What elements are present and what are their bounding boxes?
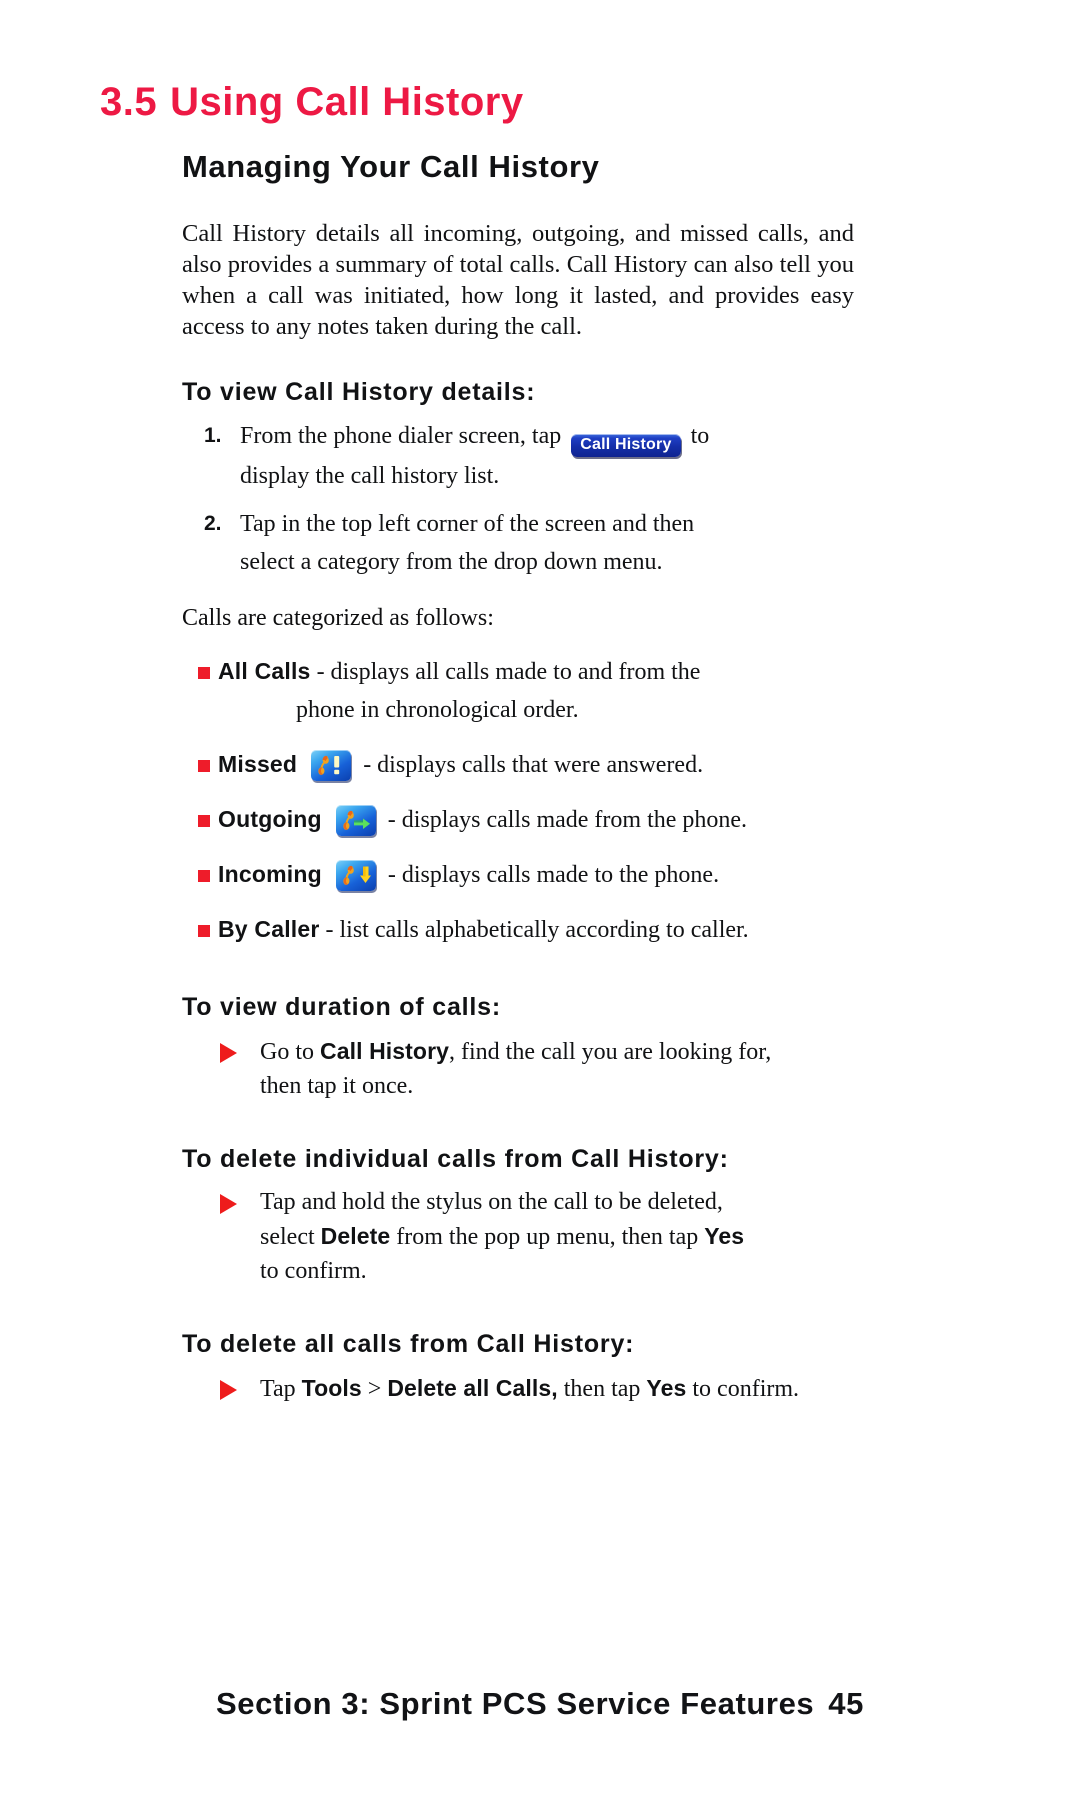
category-list: All Calls - displays all calls made to a… [182,652,854,949]
category-description: - displays all calls made to and from th… [316,658,701,685]
square-bullet-icon [198,924,210,937]
step-continuation: display the call history list. [240,462,500,489]
chapter-title: 3.5 Using Call History [100,80,524,125]
category-item-missed: Missed - displays calls that were answer… [182,745,854,784]
category-name: Outgoing [218,805,322,832]
action-text-tail: , find the call you are looking for, [449,1038,772,1065]
document-page: 3.5 Using Call History Managing Your Call… [0,0,1080,1800]
square-bullet-icon [198,869,210,882]
page-number: 45 [828,1686,864,1721]
category-name: All Calls [218,657,311,684]
action-item: Tap Tools > Delete all Calls, then tap Y… [182,1371,854,1406]
incoming-call-icon [335,859,376,891]
square-bullet-icon [198,759,210,772]
page-footer: Section 3: Sprint PCS Service Features 45 [0,1686,1080,1722]
action-separator: > [367,1376,382,1403]
missed-call-icon [311,749,352,781]
step-text-after: to [690,422,710,449]
action-item: Go to Call History, find the call you ar… [182,1034,854,1103]
action-bold-delete: Delete [320,1223,391,1250]
category-item-incoming: Incoming - displays calls made to the ph… [182,855,854,894]
numbered-step-list: 1. From the phone dialer screen, tap Cal… [182,417,854,581]
subheading-view-duration: To view duration of calls: [182,992,501,1021]
category-item-all-calls: All Calls - displays all calls made to a… [182,652,854,729]
subheading-delete-all: To delete all calls from Call History: [182,1330,635,1359]
action-bold-yes: Yes [646,1375,687,1402]
category-description: - displays calls made to the phone. [387,861,720,888]
triangle-bullet-icon [220,1380,237,1401]
category-description: - displays calls that were answered. [363,751,704,778]
action-line-1: Tap and hold the stylus on the call to b… [260,1189,723,1216]
incoming-arrow-glyph [359,866,371,883]
section-heading: Managing Your Call History [182,149,600,184]
triangle-bullet-icon [220,1194,237,1215]
action-line-2: select Delete from the pop up menu, then… [260,1219,854,1254]
action-line-2-lead: select [260,1224,315,1251]
chapter-number: 3.5 [100,80,158,124]
category-name: Incoming [218,860,322,887]
step-item: 2. Tap in the top left corner of the scr… [182,505,854,581]
footer-text: Section 3: Sprint PCS Service Features [216,1686,815,1721]
action-line-2-mid: from the pop up menu, then tap [396,1224,699,1251]
outgoing-arrow-glyph [353,818,370,829]
category-continuation: phone in chronological order. [296,696,579,723]
intro-paragraph: Call History details all incoming, outgo… [182,220,854,341]
delete-individual-action-list: Tap and hold the stylus on the call to b… [182,1185,854,1288]
action-bold-yes: Yes [704,1223,745,1250]
duration-action-list: Go to Call History, find the call you ar… [182,1034,854,1103]
step-item: 1. From the phone dialer screen, tap Cal… [182,417,854,495]
subheading-delete-individual: To delete individual calls from Call His… [182,1144,729,1173]
call-history-button-icon[interactable]: Call History [571,433,681,457]
outgoing-call-icon [335,804,376,836]
subheading-view-details: To view Call History details: [182,378,536,407]
triangle-bullet-icon [220,1042,237,1063]
square-bullet-icon [198,666,210,679]
action-bold-tools: Tools [301,1375,362,1402]
action-item: Tap and hold the stylus on the call to b… [182,1185,854,1288]
category-name: Missed [218,750,298,777]
step-text-before: From the phone dialer screen, tap [240,422,562,449]
action-bold-delete-all-calls: Delete all Calls, [387,1375,558,1402]
category-item-outgoing: Outgoing - displays calls made from the … [182,800,854,839]
action-text-lead: Go to [260,1038,314,1065]
step-number: 1. [204,423,222,447]
action-line-lead: Tap [260,1376,296,1403]
action-line-mid: then tap [563,1376,641,1403]
square-bullet-icon [198,814,210,827]
step-text-before: Tap in the top left corner of the screen… [240,510,695,537]
category-description: - list calls alphabetically according to… [325,916,749,943]
step-continuation: select a category from the drop down men… [240,548,663,575]
chapter-title-text: Using Call History [170,80,524,124]
content-column: Managing Your Call History Call History … [182,149,854,1414]
action-bold-term: Call History [320,1037,450,1064]
category-name: By Caller [218,915,320,942]
delete-all-action-list: Tap Tools > Delete all Calls, then tap Y… [182,1371,854,1406]
category-description: - displays calls made from the phone. [387,806,748,833]
action-line-tail: to confirm. [692,1376,800,1403]
category-item-by-caller: By Caller - list calls alphabetically ac… [182,910,854,949]
step-number: 2. [204,511,222,535]
exclamation-glyph [334,755,340,775]
categories-lead-in: Calls are categorized as follows: [182,604,494,631]
action-line-3: to confirm. [260,1258,367,1285]
action-continuation: then tap it once. [260,1072,414,1099]
